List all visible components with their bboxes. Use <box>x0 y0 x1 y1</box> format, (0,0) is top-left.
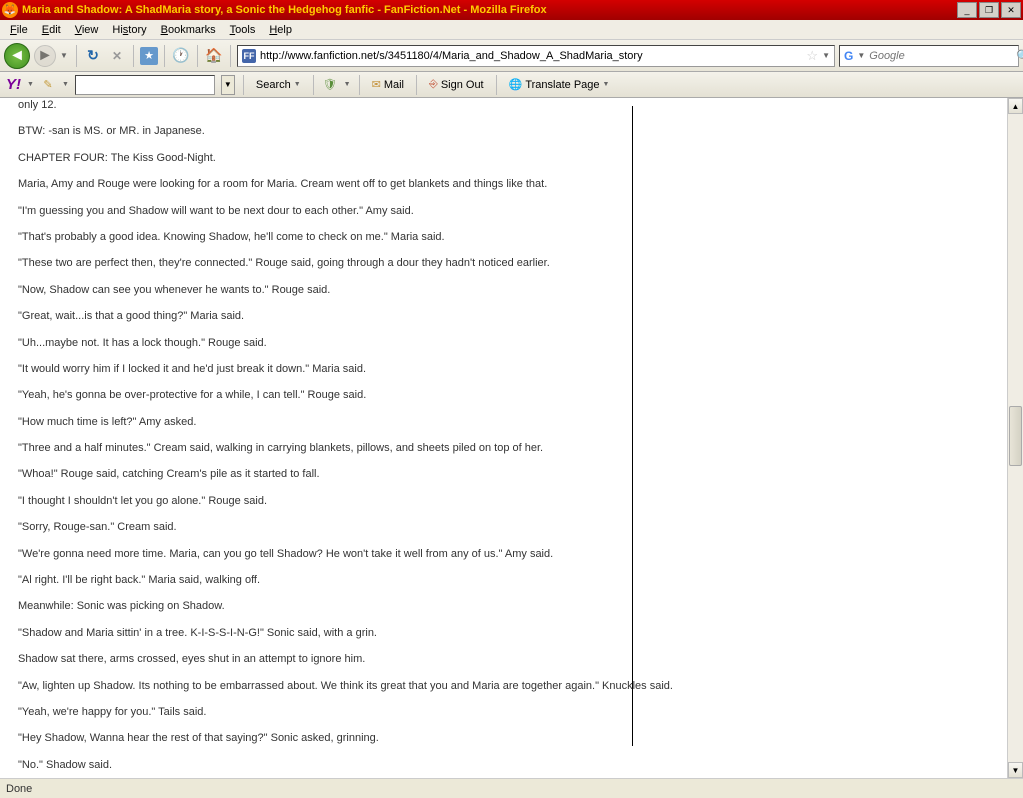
story-paragraph: Maria, Amy and Rouge were looking for a … <box>18 177 989 192</box>
menu-bar: File Edit View History Bookmarks Tools H… <box>0 20 1023 40</box>
menu-history[interactable]: History <box>106 22 152 38</box>
story-paragraph: "Aw, lighten up Shadow. Its nothing to b… <box>18 679 989 694</box>
story-paragraph: "Uh...maybe not. It has a lock though." … <box>18 336 989 351</box>
story-paragraph: "Sorry, Rouge-san." Cream said. <box>18 520 989 535</box>
menu-file[interactable]: File <box>4 22 34 38</box>
window-title: Maria and Shadow: A ShadMaria story, a S… <box>22 4 957 16</box>
page-content: only 12. BTW: -san is MS. or MR. in Japan… <box>0 98 1007 778</box>
shield-icon[interactable]: 🛡 <box>322 77 338 93</box>
minimize-button[interactable]: _ <box>957 2 977 18</box>
history-dropdown[interactable]: ▼ <box>60 51 70 60</box>
story-paragraph: "I thought I shouldn't let you go alone.… <box>18 494 989 509</box>
mail-icon: ✉ <box>372 78 381 91</box>
scroll-thumb[interactable] <box>1009 406 1022 466</box>
reload-button[interactable]: ↻ <box>83 46 103 66</box>
bookmarks-button[interactable]: ★ <box>140 47 158 65</box>
story-paragraph: "I'm guessing you and Shadow will want t… <box>18 204 989 219</box>
yahoo-search-button[interactable]: Search▼ <box>252 77 305 93</box>
story-paragraph: "It would worry him if I locked it and h… <box>18 362 989 377</box>
close-button[interactable]: ✕ <box>1001 2 1021 18</box>
search-engine-dropdown[interactable]: ▼ <box>857 51 865 60</box>
menu-tools[interactable]: Tools <box>224 22 262 38</box>
story-paragraph: "Shadow and Maria sittin' in a tree. K-I… <box>18 626 989 641</box>
yahoo-translate-button[interactable]: 🌐Translate Page▼ <box>505 76 614 93</box>
story-paragraph: "We're gonna need more time. Maria, can … <box>18 547 989 562</box>
yahoo-search-input[interactable] <box>75 75 215 95</box>
forward-button[interactable]: ► <box>34 45 56 67</box>
story-paragraph: "No." Shadow said. <box>18 758 989 773</box>
search-input[interactable] <box>869 50 1012 62</box>
url-bar[interactable]: FF ☆ ▼ <box>237 45 835 67</box>
story-paragraph: Meanwhile: Sonic was picking on Shadow. <box>18 599 989 614</box>
navigation-toolbar: ◄ ► ▼ ↻ ✕ ★ 🕐 🏠 FF ☆ ▼ G ▼ 🔍 <box>0 40 1023 72</box>
scroll-down-button[interactable]: ▼ <box>1008 762 1023 778</box>
story-paragraph: "Yeah, he's gonna be over-protective for… <box>18 388 989 403</box>
status-bar: Done <box>0 778 1023 798</box>
stop-button[interactable]: ✕ <box>107 46 127 66</box>
story-paragraph: "Whoa!" Rouge said, catching Cream's pil… <box>18 467 989 482</box>
story-paragraph: only 12. <box>18 98 989 113</box>
vertical-scrollbar[interactable]: ▲ ▼ <box>1007 98 1023 778</box>
status-text: Done <box>6 783 32 795</box>
google-icon: G <box>844 49 853 63</box>
url-dropdown[interactable]: ▼ <box>822 51 830 60</box>
pencil-icon[interactable]: ✎ <box>40 77 56 93</box>
url-input[interactable] <box>260 50 802 62</box>
story-paragraph: "These two are perfect then, they're con… <box>18 256 989 271</box>
scroll-track[interactable] <box>1008 114 1023 762</box>
story-paragraph: "Great, wait...is that a good thing?" Ma… <box>18 309 989 324</box>
yahoo-search-dropdown[interactable]: ▼ <box>221 75 235 95</box>
story-paragraph: CHAPTER FOUR: The Kiss Good-Night. <box>18 151 989 166</box>
yahoo-mail-button[interactable]: ✉Mail <box>368 76 408 93</box>
story-paragraph: "Hey Shadow, Wanna hear the rest of that… <box>18 731 989 746</box>
history-button[interactable]: 🕐 <box>171 46 191 66</box>
search-go-icon[interactable]: 🔍 <box>1016 49 1023 63</box>
site-favicon: FF <box>242 49 256 63</box>
yahoo-toolbar: Y! ▼ ✎ ▼ ▼ Search▼ 🛡 ▼ ✉Mail ⎆Sign Out 🌐… <box>0 72 1023 98</box>
story-paragraph: "Al right. I'll be right back." Maria sa… <box>18 573 989 588</box>
content-divider <box>632 106 633 746</box>
story-paragraph: BTW: -san is MS. or MR. in Japanese. <box>18 124 989 139</box>
maximize-button[interactable]: ❐ <box>979 2 999 18</box>
firefox-icon: 🦊 <box>2 2 18 18</box>
bookmark-star-icon[interactable]: ☆ <box>806 48 818 64</box>
search-bar[interactable]: G ▼ 🔍 <box>839 45 1019 67</box>
signout-icon: ⎆ <box>429 78 438 91</box>
yahoo-signout-button[interactable]: ⎆Sign Out <box>425 76 488 93</box>
story-paragraph: "Now, Shadow can see you whenever he wan… <box>18 283 989 298</box>
scroll-up-button[interactable]: ▲ <box>1008 98 1023 114</box>
back-button[interactable]: ◄ <box>4 43 30 69</box>
menu-bookmarks[interactable]: Bookmarks <box>155 22 222 38</box>
story-paragraph: "Yeah, we're happy for you." Tails said. <box>18 705 989 720</box>
translate-icon: 🌐 <box>509 78 523 91</box>
yahoo-logo: Y! <box>6 76 21 93</box>
menu-edit[interactable]: Edit <box>36 22 67 38</box>
story-paragraph: "How much time is left?" Amy asked. <box>18 415 989 430</box>
story-paragraph: "Three and a half minutes." Cream said, … <box>18 441 989 456</box>
story-paragraph: Shadow sat there, arms crossed, eyes shu… <box>18 652 989 667</box>
window-titlebar: 🦊 Maria and Shadow: A ShadMaria story, a… <box>0 0 1023 20</box>
menu-view[interactable]: View <box>69 22 105 38</box>
story-paragraph: "That's probably a good idea. Knowing Sh… <box>18 230 989 245</box>
home-button[interactable]: 🏠 <box>204 46 224 66</box>
menu-help[interactable]: Help <box>263 22 298 38</box>
yahoo-menu-dropdown[interactable]: ▼ <box>27 81 34 88</box>
